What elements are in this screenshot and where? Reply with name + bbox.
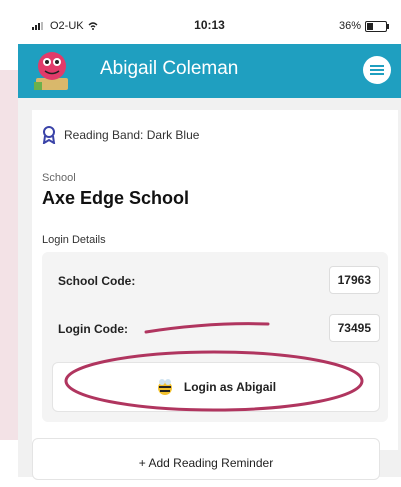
battery-text: 36% [338, 20, 361, 32]
school-code-value: 17963 [328, 266, 380, 294]
add-reminder-button[interactable]: + Add Reading Reminder [32, 438, 380, 480]
login-details-box: School Code: 17963 Login Code: 73495 Log… [42, 252, 388, 422]
status-right: 36% [338, 20, 389, 32]
login-details-label: Login Details [42, 234, 106, 246]
school-code-label: School Code: [58, 274, 136, 288]
battery-icon [365, 20, 389, 32]
avatar-icon[interactable] [32, 48, 72, 92]
school-label: School [42, 172, 76, 184]
ribbon-icon [42, 126, 56, 144]
phone-screen: O2-UK 10:13 36% Abigail Coleman Reading … [18, 0, 401, 480]
reading-band-row: Reading Band: Dark Blue [42, 126, 199, 144]
school-code-row: School Code: 17963 [50, 260, 380, 300]
add-reminder-label: + Add Reading Reminder [138, 456, 274, 470]
login-code-value: 73495 [328, 314, 380, 342]
status-bar: O2-UK 10:13 36% [18, 0, 401, 44]
school-name: Axe Edge School [42, 188, 190, 208]
login-as-label: Login as Abigail [183, 380, 277, 394]
hamburger-icon [370, 65, 384, 67]
reading-band-text: Reading Band: Dark Blue [64, 128, 200, 142]
login-code-row: Login Code: 73495 [50, 308, 380, 348]
menu-button[interactable] [363, 56, 391, 84]
profile-card: Reading Band: Dark Blue School Axe Edge … [32, 110, 398, 450]
app-title: Abigail Coleman [100, 58, 239, 79]
login-as-button[interactable]: Login as Abigail [52, 362, 380, 412]
app-bar: Abigail Coleman [18, 44, 401, 98]
bee-icon [157, 379, 172, 395]
login-code-label: Login Code: [58, 322, 128, 336]
